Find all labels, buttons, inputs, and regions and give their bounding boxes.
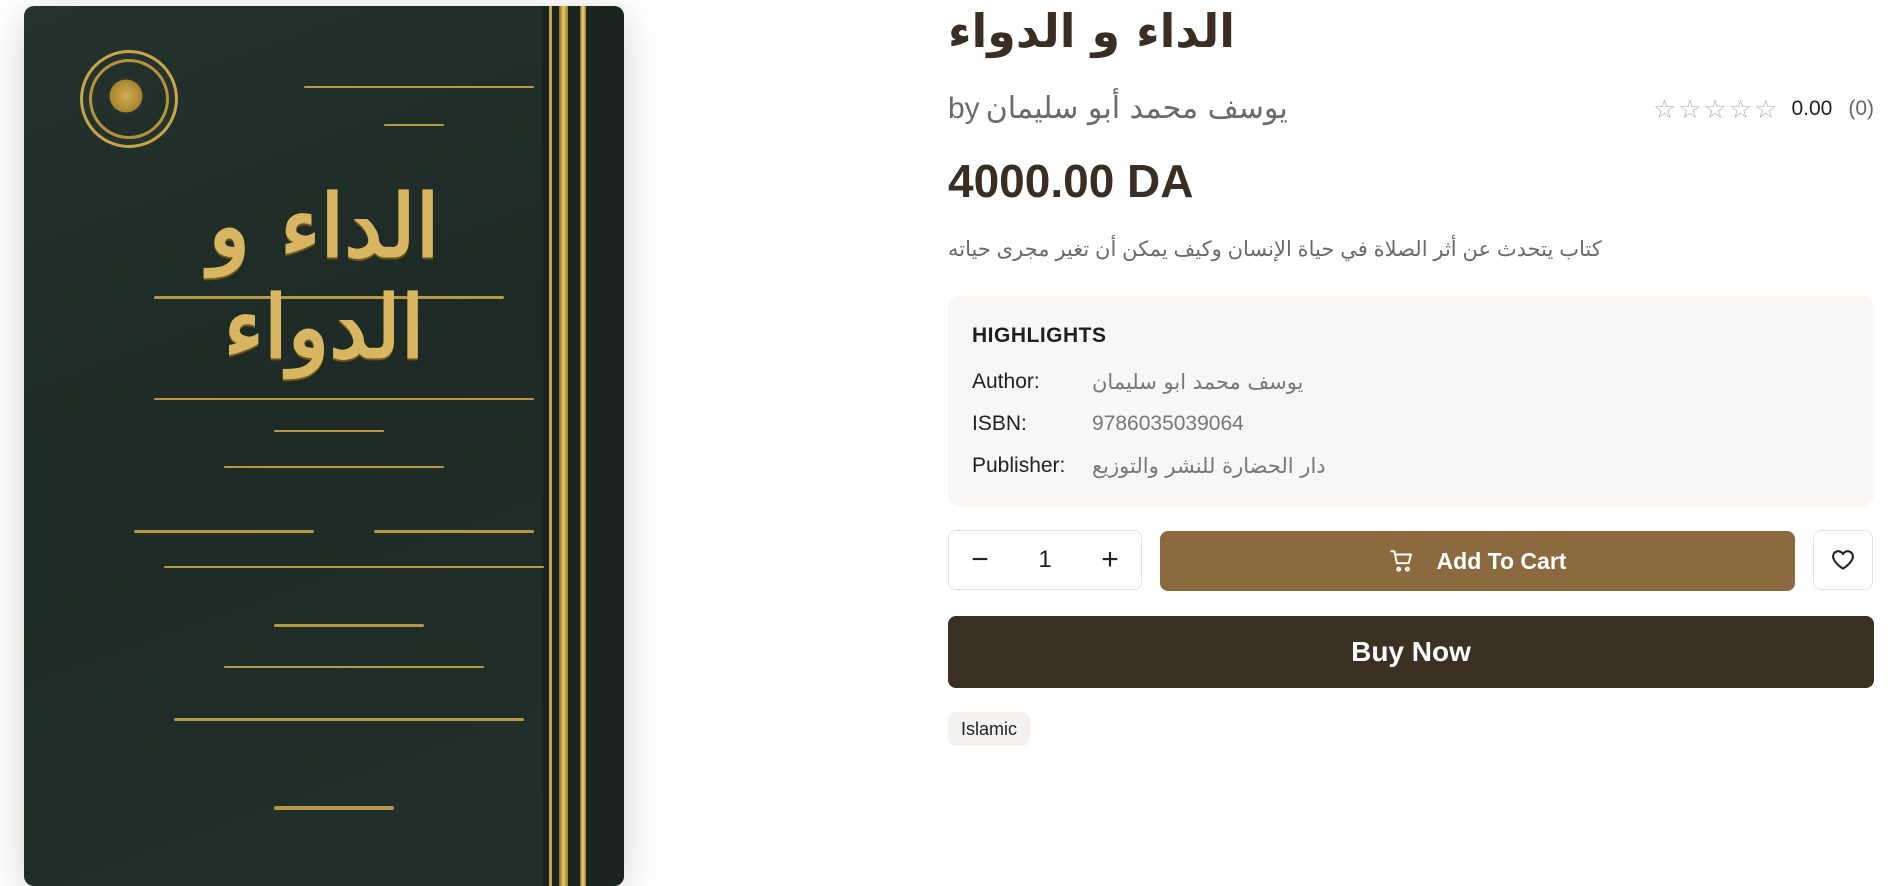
- highlight-value: دار الحضارة للنشر والتوزيع: [1092, 454, 1326, 478]
- rating-value: 0.00: [1791, 97, 1833, 120]
- cover-title: الداء و الدواء: [208, 176, 440, 378]
- rating-count: (0): [1848, 97, 1874, 120]
- highlights-heading: HIGHLIGHTS: [972, 324, 1107, 347]
- author-link[interactable]: يوسف محمد أبو سليمان: [986, 91, 1288, 126]
- product-byline: by يوسف محمد أبو سليمان: [948, 91, 1288, 126]
- quantity-input[interactable]: 1: [1011, 546, 1079, 574]
- highlight-row-publisher: Publisher: دار الحضارة للنشر والتوزيع: [972, 454, 1326, 478]
- add-to-cart-label: Add To Cart: [1436, 547, 1567, 574]
- publisher-seal-icon: [80, 50, 178, 148]
- star-outline-icon: ☆: [1703, 94, 1727, 124]
- product-description: كتاب يتحدث عن أثر الصلاة في حياة الإنسان…: [948, 238, 1602, 261]
- highlight-key: ISBN:: [972, 412, 1027, 435]
- product-price: 4000.00 DA: [948, 155, 1194, 207]
- minus-icon[interactable]: −: [949, 543, 1011, 577]
- highlight-row-author: Author: يوسف محمد ابو سليمان: [972, 370, 1303, 394]
- highlight-key: Publisher:: [972, 454, 1066, 477]
- cart-icon: [1389, 550, 1412, 572]
- by-label: by: [948, 92, 980, 125]
- highlight-key: Author:: [972, 370, 1040, 393]
- add-to-cart-button[interactable]: Add To Cart: [1160, 531, 1795, 591]
- star-outline-icon: ☆: [1728, 94, 1753, 124]
- quantity-stepper: − 1 +: [948, 530, 1142, 590]
- product-title: الداء و الدواء: [948, 4, 1236, 58]
- wishlist-button[interactable]: [1813, 530, 1873, 590]
- star-rating: ☆ ☆ ☆ ☆ ☆: [1653, 96, 1778, 122]
- buy-now-button[interactable]: Buy Now: [948, 616, 1874, 688]
- highlight-value: 9786035039064: [1092, 412, 1244, 435]
- highlights-panel: HIGHLIGHTS Author: يوسف محمد ابو سليمان …: [948, 296, 1874, 506]
- category-tag[interactable]: Islamic: [948, 712, 1031, 746]
- rating: ☆ ☆ ☆ ☆ ☆ 0.00 (0): [1653, 96, 1874, 122]
- product-image[interactable]: الداء و الدواء: [24, 6, 624, 886]
- highlight-row-isbn: ISBN: 9786035039064: [972, 412, 1244, 436]
- heart-icon: [1832, 550, 1854, 570]
- star-outline-icon: ☆: [1754, 94, 1778, 124]
- star-outline-icon: ☆: [1678, 94, 1702, 124]
- highlight-value: يوسف محمد ابو سليمان: [1092, 370, 1304, 394]
- star-outline-icon: ☆: [1652, 94, 1677, 124]
- plus-icon[interactable]: +: [1079, 543, 1141, 577]
